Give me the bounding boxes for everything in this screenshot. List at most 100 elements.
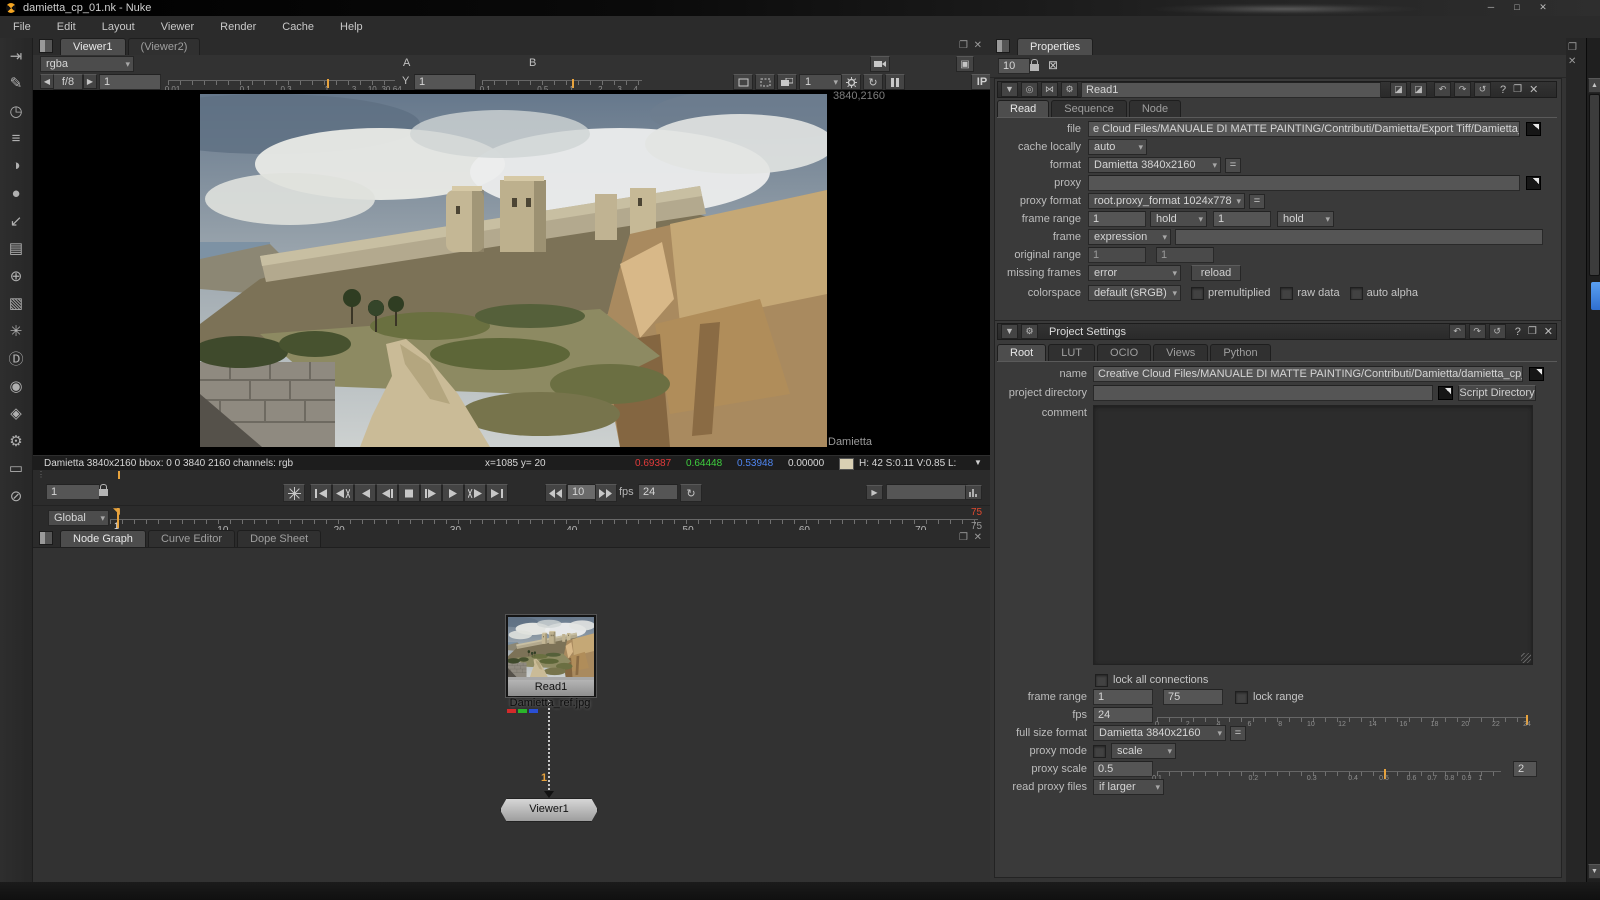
- step-back-button[interactable]: [376, 484, 398, 502]
- proxy-format-dropdown[interactable]: root.proxy_format 1024x778: [1088, 193, 1245, 209]
- scrollbar-thumb[interactable]: [1589, 94, 1600, 276]
- tab-properties[interactable]: Properties: [1017, 38, 1093, 55]
- range-to-input[interactable]: 1: [1213, 211, 1271, 227]
- proxy-input[interactable]: [1088, 175, 1520, 191]
- render-settings-button[interactable]: [841, 74, 861, 90]
- monitor-output-button[interactable]: [777, 74, 797, 90]
- help-icon[interactable]: ?: [1515, 326, 1521, 338]
- close-pane-icon[interactable]: ✕: [1568, 56, 1576, 68]
- fit-viewport-button[interactable]: ▣: [956, 56, 974, 72]
- tab-lut[interactable]: LUT: [1048, 344, 1095, 361]
- strip-handle-icon[interactable]: ⋮: [37, 470, 45, 479]
- proxy-scale-max-input[interactable]: 2: [1513, 761, 1537, 777]
- render-flipbook-icon[interactable]: ▶: [866, 485, 883, 500]
- project-directory-browse-icon[interactable]: [1438, 386, 1453, 400]
- close-panel-icon[interactable]: ✕: [1544, 325, 1553, 338]
- cache-locally-dropdown[interactable]: auto: [1088, 139, 1147, 155]
- pane-menu-icon[interactable]: [996, 39, 1010, 53]
- project-name-browse-icon[interactable]: [1529, 367, 1544, 381]
- gain-input[interactable]: 1: [99, 74, 161, 90]
- go-to-start-button[interactable]: [310, 484, 332, 502]
- swap-ba-icon[interactable]: ◪: [1410, 82, 1427, 97]
- frame-expression-input[interactable]: [1175, 229, 1543, 245]
- close-pane-icon[interactable]: ✕: [974, 40, 982, 52]
- roi-button[interactable]: [733, 74, 753, 90]
- gain-prev-icon[interactable]: ◀: [40, 74, 54, 89]
- pane-menu-icon[interactable]: [39, 531, 53, 545]
- flipbook-button[interactable]: [283, 484, 305, 502]
- stop-button[interactable]: [398, 484, 420, 502]
- revert-icon[interactable]: ↺: [1489, 324, 1506, 339]
- full-size-format-dropdown[interactable]: Damietta 3840x2160: [1093, 725, 1226, 741]
- fstop-button[interactable]: f/8: [53, 74, 83, 90]
- read-proxy-files-dropdown[interactable]: if larger: [1093, 779, 1164, 795]
- gain-next-icon[interactable]: ▶: [83, 74, 97, 89]
- proxy-browse-icon[interactable]: [1526, 176, 1541, 190]
- tab-viewer2[interactable]: (Viewer2): [128, 38, 201, 55]
- tab-views[interactable]: Views: [1153, 344, 1208, 361]
- timeline-range-dropdown[interactable]: Global: [48, 510, 109, 526]
- viewer-canvas[interactable]: 3840,2160 Damietta: [33, 90, 990, 455]
- draw-tool-icon[interactable]: ✎: [0, 70, 32, 98]
- proxy-format-expression-button[interactable]: =: [1249, 194, 1265, 209]
- missing-frames-dropdown[interactable]: error: [1088, 265, 1181, 281]
- tab-root[interactable]: Root: [997, 344, 1046, 361]
- filter-tool-icon[interactable]: ●: [0, 180, 32, 208]
- node-connection[interactable]: [548, 700, 550, 790]
- node-settings-icon[interactable]: ⚙: [1061, 82, 1078, 97]
- toolsets-tool-icon[interactable]: ⚙: [0, 427, 32, 455]
- collapse-panel-icon[interactable]: ▼: [1001, 82, 1018, 97]
- tab-dope-sheet[interactable]: Dope Sheet: [237, 530, 321, 547]
- fps-input[interactable]: 24: [638, 484, 678, 500]
- menu-edit[interactable]: Edit: [44, 17, 89, 38]
- deep-tool-icon[interactable]: Ⓓ: [0, 345, 32, 373]
- reload-button[interactable]: reload: [1191, 265, 1241, 281]
- format-expression-button[interactable]: =: [1225, 158, 1241, 173]
- frame-mode-dropdown[interactable]: expression: [1088, 229, 1171, 245]
- tab-curve-editor[interactable]: Curve Editor: [148, 530, 235, 547]
- auto-alpha-checkbox[interactable]: [1350, 287, 1363, 300]
- gamma-slider[interactable]: 0.1 0.5 1 2 3 4: [482, 80, 642, 87]
- redo-icon[interactable]: ↷: [1454, 82, 1471, 97]
- step-forward-increment-button[interactable]: [595, 484, 617, 502]
- go-to-end-button[interactable]: [486, 484, 508, 502]
- swap-ab-icon[interactable]: ◪: [1390, 82, 1407, 97]
- textarea-resize-grip[interactable]: [1521, 653, 1531, 663]
- collapse-panel-icon[interactable]: ▼: [1001, 324, 1018, 339]
- project-directory-input[interactable]: [1093, 385, 1433, 401]
- image-tool-icon[interactable]: ⇥: [0, 42, 32, 70]
- loop-mode-button[interactable]: ↻: [680, 484, 702, 502]
- scroll-up-icon[interactable]: ▲: [1588, 78, 1600, 93]
- premultiplied-checkbox[interactable]: [1191, 287, 1204, 300]
- channel-tool-icon[interactable]: ≡: [0, 125, 32, 153]
- time-tool-icon[interactable]: ◷: [0, 97, 32, 125]
- project-fps-input[interactable]: 24: [1093, 707, 1153, 723]
- menu-layout[interactable]: Layout: [89, 17, 148, 38]
- gamma-input[interactable]: 1: [414, 74, 476, 90]
- timeline-settings-icon[interactable]: [965, 485, 982, 500]
- menu-file[interactable]: File: [0, 17, 44, 38]
- script-directory-button[interactable]: Script Directory: [1458, 385, 1536, 401]
- float-pane-icon[interactable]: ❐: [1568, 42, 1577, 54]
- scroll-down-icon[interactable]: ▼: [1588, 864, 1600, 879]
- max-panels-input[interactable]: 10: [998, 58, 1030, 74]
- pause-button[interactable]: [885, 74, 905, 90]
- float-panel-icon[interactable]: ❐: [1513, 84, 1522, 95]
- center-node-icon[interactable]: ◎: [1021, 82, 1038, 97]
- close-button[interactable]: ✕: [1533, 2, 1553, 13]
- node-links-icon[interactable]: ⋈: [1041, 82, 1058, 97]
- transform-tool-icon[interactable]: ⊕: [0, 262, 32, 290]
- next-keyframe-button[interactable]: [464, 484, 486, 502]
- close-panel-icon[interactable]: ✕: [1529, 83, 1538, 96]
- refresh-button[interactable]: ↻: [863, 74, 883, 90]
- float-pane-icon[interactable]: ❐: [959, 532, 968, 544]
- viewer-node[interactable]: Viewer1: [500, 798, 598, 822]
- file-browse-icon[interactable]: [1526, 122, 1541, 136]
- range-from-mode-dropdown[interactable]: hold: [1150, 211, 1207, 227]
- read-node[interactable]: Read1: [506, 615, 596, 697]
- menu-help[interactable]: Help: [327, 17, 376, 38]
- play-backward-button[interactable]: [354, 484, 376, 502]
- playback-range-input[interactable]: [886, 484, 968, 500]
- help-icon[interactable]: ?: [1500, 84, 1506, 96]
- camera-button[interactable]: [870, 56, 890, 72]
